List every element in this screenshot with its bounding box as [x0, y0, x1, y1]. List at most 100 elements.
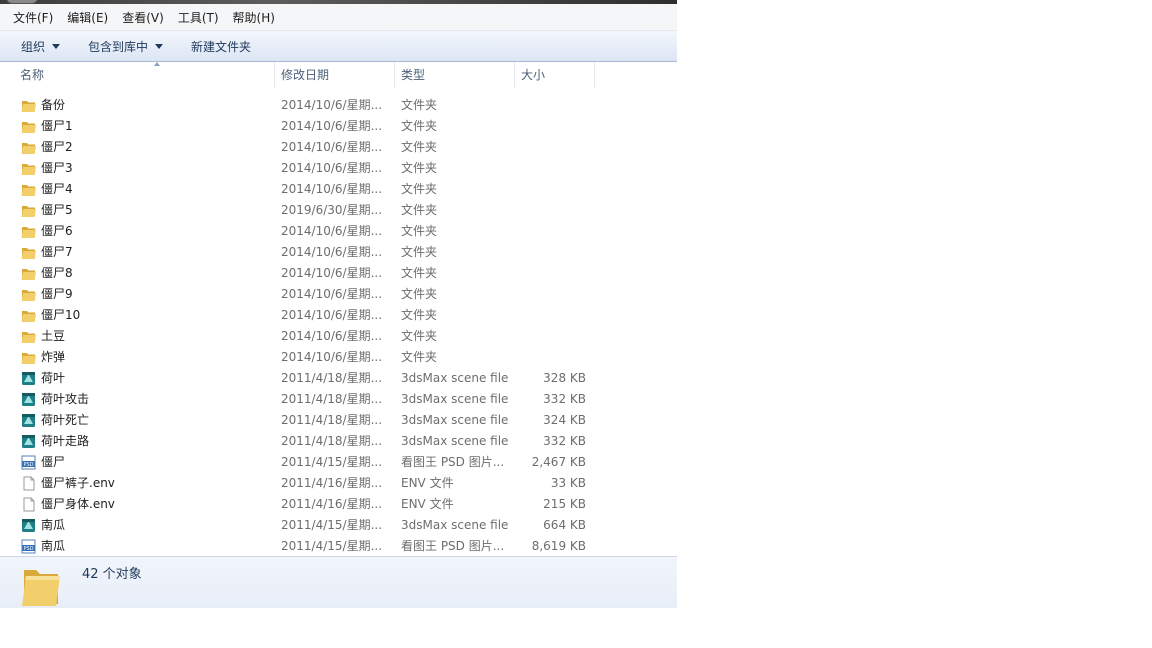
file-row[interactable]: 荷叶走路 2011/4/18/星期... 3dsMax scene file 332 …	[0, 431, 677, 452]
file-row[interactable]: 土豆 2014/10/6/星期... 文件夹	[0, 326, 677, 347]
organize-button[interactable]: 组织	[14, 35, 67, 58]
column-size-label: 大小	[521, 68, 546, 82]
file-type: 3dsMax scene file	[401, 413, 509, 427]
file-type: 文件夹	[401, 245, 438, 259]
file-date: 2014/10/6/星期...	[281, 182, 383, 196]
file-row[interactable]: 僵尸4 2014/10/6/星期... 文件夹	[0, 179, 677, 200]
file-type: 文件夹	[401, 308, 438, 322]
menu-help[interactable]: 帮助(H)	[226, 7, 282, 28]
menu-tools[interactable]: 工具(T)	[171, 7, 226, 28]
file-date: 2014/10/6/星期...	[281, 287, 383, 301]
file-row[interactable]: 南瓜 2011/4/15/星期... 3dsMax scene file 664 KB	[0, 515, 677, 536]
file-row[interactable]: 僵尸8 2014/10/6/星期... 文件夹	[0, 263, 677, 284]
file-name: 南瓜	[41, 539, 66, 553]
include-in-library-button[interactable]: 包含到库中	[81, 35, 170, 58]
folder-icon	[21, 353, 36, 364]
file-date: 2014/10/6/星期...	[281, 98, 383, 112]
folder-icon	[21, 332, 36, 343]
file-date: 2014/10/6/星期...	[281, 224, 383, 238]
file-row[interactable]: 僵尸3 2014/10/6/星期... 文件夹	[0, 158, 677, 179]
file-row[interactable]: 僵尸2 2014/10/6/星期... 文件夹	[0, 137, 677, 158]
file-name: 备份	[41, 98, 66, 112]
file-name: 僵尸6	[41, 224, 73, 238]
file-size: 8,619 KB	[531, 539, 586, 553]
generic-file-icon	[23, 476, 35, 491]
max-file-icon	[22, 393, 35, 406]
file-date: 2014/10/6/星期...	[281, 119, 383, 133]
column-type[interactable]: 类型	[395, 62, 515, 88]
file-name: 荷叶	[41, 371, 66, 385]
file-type: 看图王 PSD 图片...	[401, 539, 505, 553]
file-row[interactable]: 僵尸7 2014/10/6/星期... 文件夹	[0, 242, 677, 263]
column-size[interactable]: 大小	[515, 62, 595, 88]
file-date: 2011/4/18/星期...	[281, 434, 383, 448]
file-name: 炸弹	[41, 350, 66, 364]
include-library-label: 包含到库中	[88, 39, 149, 54]
file-size: 2,467 KB	[531, 455, 586, 469]
file-date: 2014/10/6/星期...	[281, 329, 383, 343]
file-row[interactable]: 备份 2014/10/6/星期... 文件夹	[0, 95, 677, 116]
file-type: 文件夹	[401, 329, 438, 343]
file-size: 33 KB	[550, 476, 586, 490]
max-file-icon	[22, 519, 35, 532]
menu-edit[interactable]: 编辑(E)	[60, 7, 115, 28]
new-folder-label: 新建文件夹	[191, 39, 252, 54]
file-name: 僵尸7	[41, 245, 73, 259]
file-row[interactable]: PSD 僵尸 2011/4/15/星期... 看图王 PSD 图片... 2,467 K…	[0, 452, 677, 473]
folder-icon	[21, 248, 36, 259]
folder-icon	[21, 227, 36, 238]
file-row[interactable]: 僵尸5 2019/6/30/星期... 文件夹	[0, 200, 677, 221]
file-name: 僵尸9	[41, 287, 73, 301]
file-type: 3dsMax scene file	[401, 518, 509, 532]
new-folder-button[interactable]: 新建文件夹	[184, 35, 258, 58]
file-type: 文件夹	[401, 287, 438, 301]
file-row[interactable]: 炸弹 2014/10/6/星期... 文件夹	[0, 347, 677, 368]
file-row[interactable]: 僵尸10 2014/10/6/星期... 文件夹	[0, 305, 677, 326]
file-date: 2014/10/6/星期...	[281, 308, 383, 322]
file-type: 文件夹	[401, 140, 438, 154]
file-row[interactable]: 僵尸1 2014/10/6/星期... 文件夹	[0, 116, 677, 137]
file-row[interactable]: 荷叶 2011/4/18/星期... 3dsMax scene file 328 KB	[0, 368, 677, 389]
file-size: 332 KB	[543, 392, 586, 406]
max-file-icon	[22, 414, 35, 427]
max-file-icon	[22, 435, 35, 448]
file-type: 文件夹	[401, 350, 438, 364]
file-row[interactable]: 僵尸6 2014/10/6/星期... 文件夹	[0, 221, 677, 242]
menu-view[interactable]: 查看(V)	[115, 7, 171, 28]
folder-icon	[21, 206, 36, 217]
file-type: 3dsMax scene file	[401, 434, 509, 448]
file-name: 南瓜	[41, 518, 66, 532]
column-name[interactable]: 名称	[14, 62, 275, 88]
file-date: 2011/4/18/星期...	[281, 371, 383, 385]
menu-file[interactable]: 文件(F)	[6, 7, 60, 28]
folder-icon	[21, 164, 36, 175]
file-row[interactable]: 荷叶死亡 2011/4/18/星期... 3dsMax scene file 324 …	[0, 410, 677, 431]
file-list: 备份 2014/10/6/星期... 文件夹 僵尸1 2014/10/6/星期... 文件…	[0, 95, 677, 557]
svg-text:PSD: PSD	[23, 546, 33, 552]
file-name: 荷叶攻击	[41, 392, 90, 406]
chevron-down-icon	[52, 43, 61, 49]
command-toolbar: 组织 包含到库中 新建文件夹	[0, 31, 677, 62]
file-row[interactable]: 僵尸身体.env 2011/4/16/星期... ENV 文件 215 KB	[0, 494, 677, 515]
file-size: 215 KB	[543, 497, 586, 511]
file-type: ENV 文件	[401, 476, 454, 490]
file-size: 328 KB	[543, 371, 586, 385]
file-row[interactable]: 僵尸裤子.env 2011/4/16/星期... ENV 文件 33 KB	[0, 473, 677, 494]
folder-icon	[21, 311, 36, 322]
column-date[interactable]: 修改日期	[275, 62, 395, 88]
file-type: 3dsMax scene file	[401, 392, 509, 406]
folder-icon	[21, 122, 36, 133]
file-type: 文件夹	[401, 224, 438, 238]
status-bar: 42 个对象	[0, 556, 677, 608]
file-date: 2011/4/16/星期...	[281, 497, 383, 511]
generic-file-icon	[23, 497, 35, 512]
file-row[interactable]: PSD 南瓜 2011/4/15/星期... 看图王 PSD 图片... 8,619 K…	[0, 536, 677, 557]
file-date: 2011/4/18/星期...	[281, 413, 383, 427]
folder-icon	[21, 101, 36, 112]
file-row[interactable]: 僵尸9 2014/10/6/星期... 文件夹	[0, 284, 677, 305]
svg-text:PSD: PSD	[23, 462, 33, 468]
file-row[interactable]: 荷叶攻击 2011/4/18/星期... 3dsMax scene file 332 …	[0, 389, 677, 410]
file-date: 2011/4/16/星期...	[281, 476, 383, 490]
file-date: 2014/10/6/星期...	[281, 161, 383, 175]
file-name: 土豆	[41, 329, 66, 343]
